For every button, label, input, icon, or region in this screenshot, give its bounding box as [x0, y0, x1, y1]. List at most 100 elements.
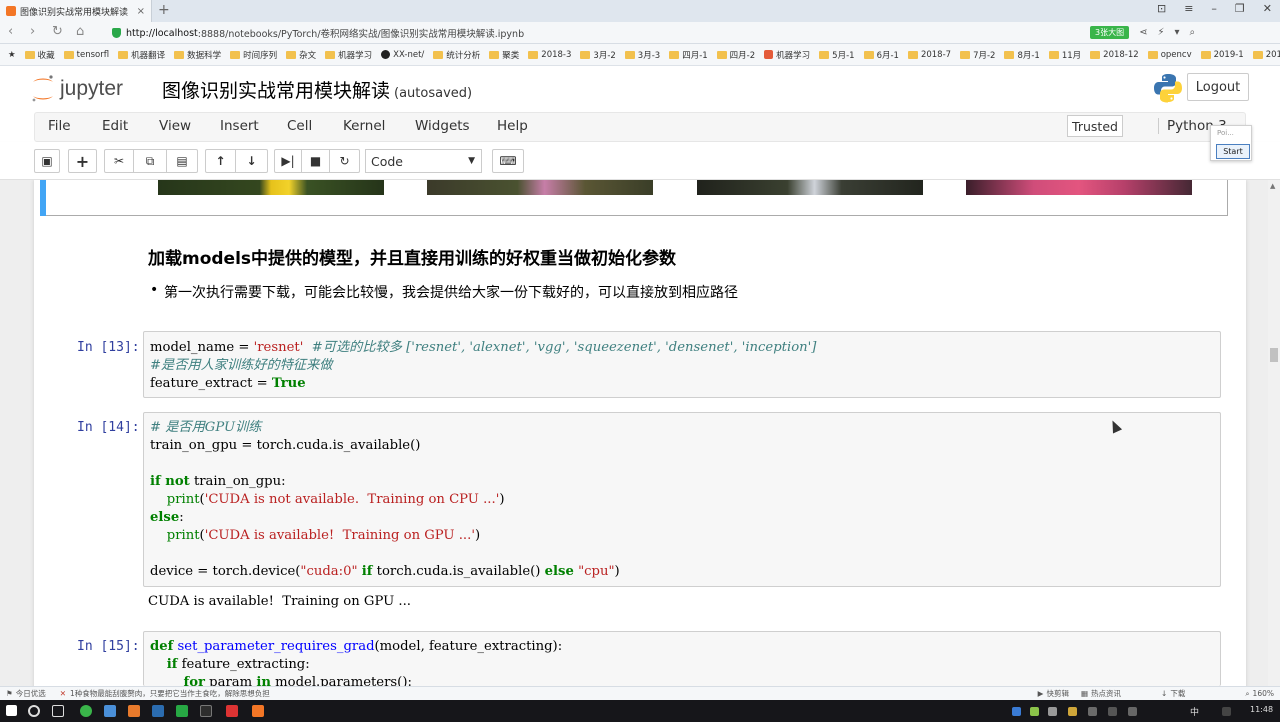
status-close-icon[interactable]: ✕: [60, 689, 66, 698]
menu-icon[interactable]: ≡: [1184, 2, 1193, 15]
menu-edit[interactable]: Edit: [102, 118, 128, 134]
new-tab-icon[interactable]: +: [158, 2, 170, 18]
share-icon[interactable]: ⋖: [1139, 27, 1147, 38]
move-up-button[interactable]: ↑: [205, 149, 236, 173]
app-taskbar-icon[interactable]: [128, 705, 140, 717]
run-button[interactable]: ▶|: [274, 149, 302, 173]
bookmark-item[interactable]: 2018-3: [528, 50, 571, 60]
bookmark-item[interactable]: 8月-1: [1004, 49, 1040, 61]
save-button[interactable]: ▣: [34, 149, 60, 173]
bookmark-item[interactable]: 四月-1: [669, 49, 708, 61]
browser-tab[interactable]: 图像识别实战常用模块解读 ×: [0, 0, 152, 22]
menu-widgets[interactable]: Widgets: [415, 118, 470, 134]
bookmark-item[interactable]: 3月-3: [624, 49, 660, 61]
ime-icon[interactable]: 中: [1190, 705, 1199, 718]
bookmark-item[interactable]: 时间序列: [230, 49, 277, 61]
menu-insert[interactable]: Insert: [220, 118, 259, 134]
home-icon[interactable]: ⌂: [76, 24, 84, 39]
interrupt-button[interactable]: ■: [302, 149, 330, 173]
menu-help[interactable]: Help: [497, 118, 528, 134]
close-tab-icon[interactable]: ×: [137, 6, 145, 17]
paste-button[interactable]: ▤: [167, 149, 198, 173]
command-palette-button[interactable]: ⌨: [492, 149, 524, 173]
restart-button[interactable]: ↻: [330, 149, 360, 173]
tray-icon[interactable]: [1222, 707, 1231, 716]
image-badge[interactable]: 3张大图: [1090, 26, 1130, 39]
forward-icon[interactable]: ›: [30, 24, 35, 39]
reload-icon[interactable]: ↻: [52, 24, 63, 39]
bookmark-item[interactable]: 四月-2: [716, 49, 755, 61]
taskbar-clock[interactable]: 11:48: [1250, 705, 1273, 714]
bookmark-item[interactable]: 收藏: [24, 49, 55, 61]
status-hot-news[interactable]: 热点资讯: [1091, 688, 1121, 699]
bookmark-item[interactable]: 数据科学: [174, 49, 221, 61]
move-down-button[interactable]: ↓: [236, 149, 268, 173]
dropdown-icon[interactable]: ▾: [1175, 27, 1180, 38]
bookmark-item[interactable]: tensorfl: [63, 50, 109, 60]
tray-icon[interactable]: [1030, 707, 1039, 716]
logout-button[interactable]: Logout: [1187, 73, 1249, 101]
bookmark-item[interactable]: opencv: [1147, 50, 1192, 60]
menu-cell[interactable]: Cell: [287, 118, 312, 134]
bookmark-item[interactable]: 2019-1: [1200, 50, 1244, 60]
bookmark-item[interactable]: 11月: [1048, 49, 1081, 61]
search-icon[interactable]: [28, 705, 40, 717]
app-taskbar-icon[interactable]: [152, 705, 164, 717]
shirt-icon[interactable]: ⊡: [1157, 2, 1166, 15]
minimize-icon[interactable]: –: [1211, 2, 1217, 15]
menu-view[interactable]: View: [159, 118, 191, 134]
status-deals[interactable]: 今日优选: [16, 688, 46, 699]
app-taskbar-icon[interactable]: [226, 705, 238, 717]
trusted-indicator[interactable]: Trusted: [1067, 115, 1123, 137]
insert-cell-button[interactable]: +: [68, 149, 97, 173]
bookmark-item[interactable]: XX-net/: [381, 50, 424, 60]
jupyter-logo[interactable]: jupyter: [30, 73, 150, 105]
tray-icon[interactable]: [1088, 707, 1097, 716]
status-download[interactable]: 下载: [1170, 688, 1185, 699]
tray-icon[interactable]: [1012, 707, 1021, 716]
copy-button[interactable]: ⧉: [134, 149, 167, 173]
tray-icon[interactable]: [1048, 707, 1057, 716]
bookmark-star-icon[interactable]: ★: [8, 50, 16, 60]
app-taskbar-icon[interactable]: [176, 705, 188, 717]
tray-icon[interactable]: [1068, 707, 1077, 716]
url-field[interactable]: http://localhost :8888/notebooks/PyTorch…: [112, 25, 1087, 41]
scroll-up-icon[interactable]: ▲: [1270, 182, 1275, 190]
search-icon[interactable]: ⌕: [1190, 27, 1196, 38]
maximize-icon[interactable]: ❐: [1235, 2, 1245, 15]
bookmark-item[interactable]: 聚类: [489, 49, 519, 61]
bookmark-item[interactable]: 杂文: [286, 49, 316, 61]
volume-icon[interactable]: [1128, 707, 1137, 716]
bookmark-item[interactable]: 机器学习: [764, 49, 810, 61]
bolt-icon[interactable]: ⚡: [1157, 27, 1164, 38]
notebook-title[interactable]: 图像识别实战常用模块解读 (autosaved): [162, 76, 472, 103]
bookmark-item[interactable]: 统计分析: [433, 49, 480, 61]
network-icon[interactable]: [1108, 707, 1117, 716]
bookmark-item[interactable]: 机器学习: [325, 49, 372, 61]
task-view-icon[interactable]: [52, 705, 64, 717]
status-news[interactable]: 1种食物最能刮腹赘肉，只要把它当作主食吃，解除思想负担: [70, 688, 270, 699]
cut-button[interactable]: ✂: [104, 149, 134, 173]
cell-type-select[interactable]: Code ▼: [365, 149, 482, 173]
windows-start-icon[interactable]: [6, 705, 17, 716]
jupyter-taskbar-icon[interactable]: [252, 705, 264, 717]
bookmark-item[interactable]: 2018-12: [1090, 50, 1139, 60]
bookmark-item[interactable]: 3月-2: [580, 49, 616, 61]
status-video-edit[interactable]: 快剪辑: [1046, 688, 1069, 699]
terminal-taskbar-icon[interactable]: [200, 705, 212, 717]
menu-kernel[interactable]: Kernel: [343, 118, 385, 134]
bookmark-item[interactable]: 6月-1: [863, 49, 899, 61]
bookmark-item[interactable]: 7月-2: [960, 49, 995, 61]
bookmark-item[interactable]: 机器翻译: [118, 49, 165, 61]
menu-file[interactable]: File: [48, 118, 71, 134]
app-taskbar-icon[interactable]: [104, 705, 116, 717]
back-icon[interactable]: ‹: [8, 24, 13, 39]
bookmark-item[interactable]: 2018-7: [907, 50, 951, 60]
start-button[interactable]: Start: [1216, 144, 1250, 159]
bookmark-item[interactable]: 2019-2: [1252, 50, 1280, 60]
scrollbar-thumb[interactable]: [1270, 348, 1278, 362]
vertical-scrollbar[interactable]: ▲: [1268, 180, 1280, 686]
bookmark-item[interactable]: 5月-1: [819, 49, 855, 61]
close-window-icon[interactable]: ✕: [1263, 2, 1272, 15]
browser-taskbar-icon[interactable]: [80, 705, 92, 717]
